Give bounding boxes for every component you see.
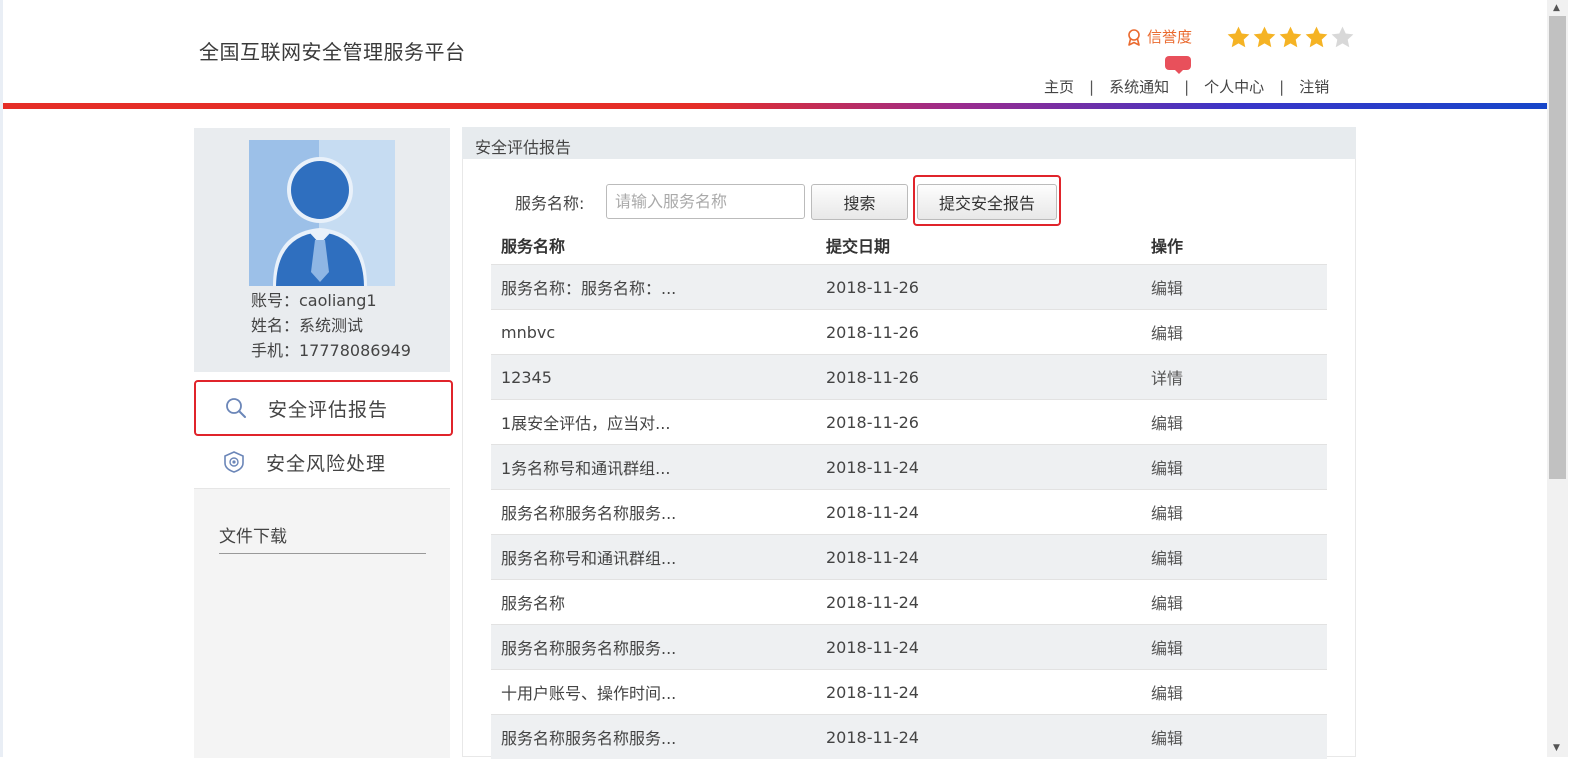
- page-left-edge: [0, 0, 3, 757]
- star-empty-icon: [1331, 26, 1354, 48]
- submit-date-cell: 2018-11-26: [826, 277, 919, 297]
- submit-date-cell: 2018-11-26: [826, 322, 919, 342]
- action-link[interactable]: 详情: [1151, 365, 1183, 389]
- action-link[interactable]: 编辑: [1151, 455, 1183, 479]
- sidebar-item-label: 安全风险处理: [266, 452, 387, 475]
- sidebar-item-risk-handling[interactable]: 安全风险处理: [194, 436, 450, 488]
- star-filled-icon: [1305, 26, 1328, 48]
- submit-date-cell: 2018-11-24: [826, 457, 919, 477]
- submit-date-cell: 2018-11-26: [826, 367, 919, 387]
- sidebar-item-label: 安全评估报告: [268, 398, 389, 421]
- star-filled-icon: [1279, 26, 1302, 48]
- table-row: 12345 2018-11-26 详情: [491, 354, 1327, 399]
- table-row: 服务名称服务名称服务... 2018-11-24 编辑: [491, 489, 1327, 534]
- notification-badge: [1165, 56, 1191, 74]
- service-name-cell: 服务名称服务名称服务...: [501, 639, 677, 658]
- action-link[interactable]: 编辑: [1151, 545, 1183, 569]
- search-button[interactable]: 搜索: [811, 184, 908, 220]
- table-row: 1务名称号和通讯群组... 2018-11-24 编辑: [491, 444, 1327, 489]
- panel-header: [462, 127, 1356, 159]
- column-header-service-name: 服务名称: [501, 237, 566, 256]
- service-name-cell: 服务名称: [501, 594, 566, 613]
- table-row: mnbvc 2018-11-26 编辑: [491, 309, 1327, 354]
- table-header: 服务名称 提交日期 操作: [491, 226, 1327, 264]
- table-row: 1展安全评估，应当对... 2018-11-26 编辑: [491, 399, 1327, 444]
- user-avatar-icon: [249, 140, 395, 286]
- phone-text: 手机：17778086949: [251, 341, 411, 360]
- submit-date-cell: 2018-11-24: [826, 547, 919, 567]
- table-body: 服务名称：服务名称：... 2018-11-26 编辑 mnbvc 2018-11-26…: [491, 264, 1327, 759]
- action-link[interactable]: 编辑: [1151, 275, 1183, 299]
- action-link[interactable]: 编辑: [1151, 500, 1183, 524]
- scroll-down-arrow-icon[interactable]: ▼: [1553, 743, 1560, 753]
- submit-date-cell: 2018-11-24: [826, 637, 919, 657]
- table-row: 服务名称服务名称服务... 2018-11-24 编辑: [491, 714, 1327, 759]
- award-icon: [1128, 28, 1140, 46]
- header-divider: [3, 103, 1547, 109]
- star-filled-icon: [1227, 26, 1250, 48]
- nav-separator: |: [1089, 77, 1095, 96]
- nav-home[interactable]: 主页: [1044, 76, 1074, 97]
- sidebar-menu: 安全评估报告 安全风险处理: [194, 380, 453, 488]
- column-header-action: 操作: [1151, 237, 1184, 256]
- service-name-search-input[interactable]: [606, 184, 805, 219]
- scrollbar-thumb[interactable]: [1549, 16, 1566, 479]
- table-row: 服务名称 2018-11-24 编辑: [491, 579, 1327, 624]
- credit-label: 信誉度: [1147, 28, 1193, 46]
- star-filled-icon: [1253, 26, 1276, 48]
- service-name-cell: 服务名称：服务名称：...: [501, 279, 677, 298]
- submit-security-report-button[interactable]: 提交安全报告: [917, 184, 1057, 220]
- nav-notifications[interactable]: 系统通知: [1109, 76, 1169, 97]
- action-link[interactable]: 编辑: [1151, 410, 1183, 434]
- service-name-cell: mnbvc: [501, 322, 556, 342]
- file-download-link[interactable]: 文件下载: [219, 522, 426, 554]
- credit-indicator: 信誉度: [1125, 26, 1192, 47]
- shield-icon: [224, 451, 244, 473]
- panel-title: 安全评估报告: [475, 138, 572, 157]
- service-name-cell: 服务名称服务名称服务...: [501, 729, 677, 748]
- search-label: 服务名称:: [515, 194, 585, 213]
- submit-date-cell: 2018-11-26: [826, 412, 919, 432]
- avatar: [249, 140, 395, 286]
- action-link[interactable]: 编辑: [1151, 680, 1183, 704]
- submit-date-cell: 2018-11-24: [826, 682, 919, 702]
- table-row: 十用户账号、操作时间... 2018-11-24 编辑: [491, 669, 1327, 714]
- search-icon: [226, 398, 246, 418]
- table-row: 服务名称服务名称服务... 2018-11-24 编辑: [491, 624, 1327, 669]
- submit-date-cell: 2018-11-24: [826, 727, 919, 747]
- action-link[interactable]: 编辑: [1151, 725, 1183, 749]
- service-name-cell: 服务名称号和通讯群组...: [501, 549, 677, 568]
- nav-separator: |: [1184, 77, 1190, 96]
- table-row: 服务名称：服务名称：... 2018-11-26 编辑: [491, 264, 1327, 309]
- account-text: 账号：caoliang1: [251, 291, 377, 310]
- sidebar-item-security-report[interactable]: 安全评估报告: [194, 380, 453, 436]
- submit-date-cell: 2018-11-24: [826, 502, 919, 522]
- scroll-up-arrow-icon[interactable]: ▲: [1553, 3, 1560, 13]
- service-name-cell: 1务名称号和通讯群组...: [501, 459, 671, 478]
- service-name-cell: 12345: [501, 367, 552, 387]
- report-table: 服务名称 提交日期 操作 服务名称：服务名称：... 2018-11-26 编辑 mn…: [491, 226, 1327, 759]
- nav-logout[interactable]: 注销: [1299, 76, 1329, 97]
- action-link[interactable]: 编辑: [1151, 635, 1183, 659]
- service-name-cell: 服务名称服务名称服务...: [501, 504, 677, 523]
- top-nav: 主页 | 系统通知 | 个人中心 | 注销: [1044, 76, 1329, 97]
- rating-stars: [1226, 25, 1355, 50]
- site-title: 全国互联网安全管理服务平台: [199, 40, 466, 64]
- nav-separator: |: [1279, 77, 1285, 96]
- table-row: 服务名称号和通讯群组... 2018-11-24 编辑: [491, 534, 1327, 579]
- profile-info: 账号：caoliang1 姓名：系统测试 手机：17778086949: [251, 288, 411, 363]
- nav-personal-center[interactable]: 个人中心: [1204, 76, 1264, 97]
- action-link[interactable]: 编辑: [1151, 590, 1183, 614]
- name-text: 姓名：系统测试: [251, 316, 364, 335]
- service-name-cell: 1展安全评估，应当对...: [501, 414, 671, 433]
- submit-date-cell: 2018-11-24: [826, 592, 919, 612]
- service-name-cell: 十用户账号、操作时间...: [501, 684, 677, 703]
- column-header-submit-date: 提交日期: [826, 237, 891, 256]
- action-link[interactable]: 编辑: [1151, 320, 1183, 344]
